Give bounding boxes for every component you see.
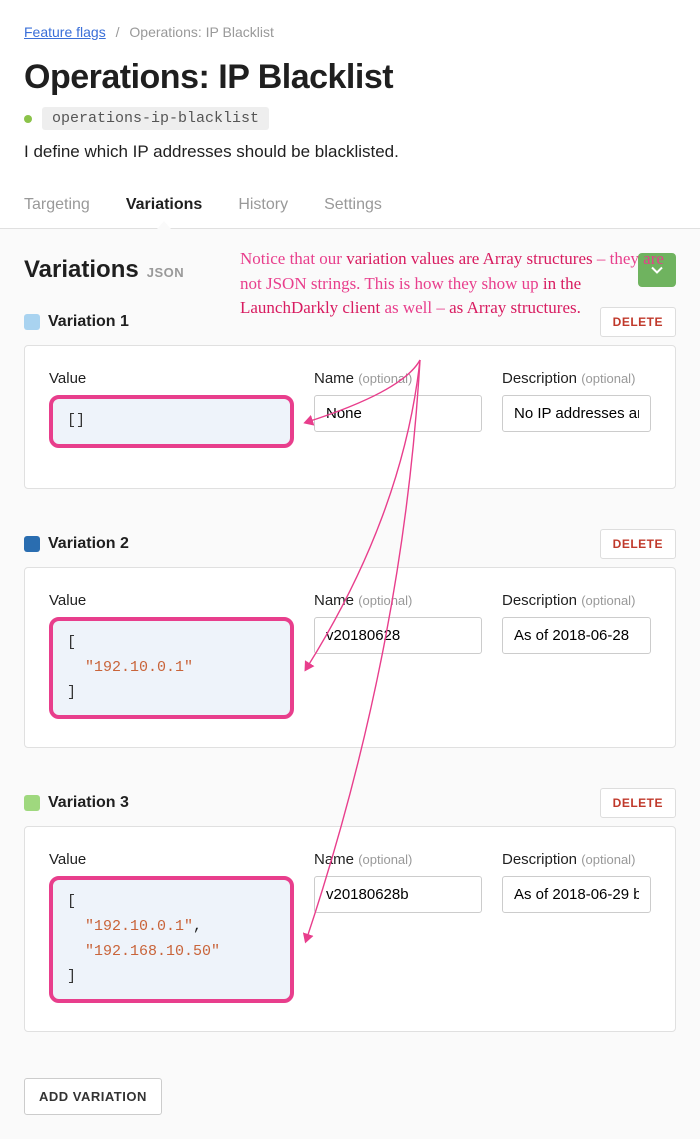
value-label: Value — [49, 851, 294, 868]
variation-color-swatch — [24, 314, 40, 330]
variation-color-swatch — [24, 795, 40, 811]
name-input[interactable] — [314, 876, 482, 913]
name-label: Name (optional) — [314, 851, 482, 868]
flag-key: operations-ip-blacklist — [42, 107, 269, 130]
name-input[interactable] — [314, 395, 482, 432]
breadcrumb-current: Operations: IP Blacklist — [129, 24, 273, 40]
delete-variation-button[interactable]: DELETE — [600, 529, 676, 559]
flag-description: I define which IP addresses should be bl… — [24, 142, 676, 162]
variation-block: Variation 3 DELETE Value [ "192.10.0.1", "1… — [24, 788, 676, 1032]
description-label: Description (optional) — [502, 370, 651, 387]
variation-label: Variation 3 — [48, 794, 129, 812]
annotation-text: Notice that our variation values are Arr… — [240, 247, 670, 321]
value-label: Value — [49, 370, 294, 387]
delete-variation-button[interactable]: DELETE — [600, 788, 676, 818]
name-label: Name (optional) — [314, 592, 482, 609]
breadcrumb-root-link[interactable]: Feature flags — [24, 24, 106, 40]
value-editor[interactable]: [ "192.10.0.1", "192.168.10.50" ] — [49, 876, 294, 1003]
status-dot-icon — [24, 115, 32, 123]
tab-variations[interactable]: Variations — [126, 190, 202, 228]
page-title: Operations: IP Blacklist — [24, 58, 676, 97]
value-label: Value — [49, 592, 294, 609]
description-input[interactable] — [502, 617, 651, 654]
variation-card: Value [ "192.10.0.1" ] Name (optional) Desc… — [24, 567, 676, 748]
breadcrumb: Feature flags / Operations: IP Blacklist — [24, 24, 676, 40]
tab-targeting[interactable]: Targeting — [24, 190, 90, 228]
variation-card: Value [] Name (optional) Description (optio… — [24, 345, 676, 489]
variation-color-swatch — [24, 536, 40, 552]
section-type-badge: JSON — [147, 265, 184, 280]
name-label: Name (optional) — [314, 370, 482, 387]
tab-history[interactable]: History — [238, 190, 288, 228]
add-variation-button[interactable]: ADD VARIATION — [24, 1078, 162, 1115]
key-row: operations-ip-blacklist — [24, 107, 676, 130]
name-input[interactable] — [314, 617, 482, 654]
variation-label: Variation 2 — [48, 535, 129, 553]
description-input[interactable] — [502, 876, 651, 913]
value-editor[interactable]: [ "192.10.0.1" ] — [49, 617, 294, 719]
value-editor[interactable]: [] — [49, 395, 294, 448]
variation-block: Variation 1DELETEValue[]Name (optional)D… — [24, 307, 676, 489]
tab-settings[interactable]: Settings — [324, 190, 382, 228]
variation-block: Variation 2 DELETE Value [ "192.10.0.1" ] Na… — [24, 529, 676, 748]
variation-label: Variation 1 — [48, 313, 129, 331]
section-heading: Variations — [24, 256, 139, 284]
variation-card: Value [ "192.10.0.1", "192.168.10.50" ] Na… — [24, 826, 676, 1032]
description-input[interactable] — [502, 395, 651, 432]
variations-section: Variations JSON Notice that our variatio… — [0, 229, 700, 1139]
breadcrumb-sep: / — [116, 24, 120, 40]
description-label: Description (optional) — [502, 592, 651, 609]
tab-bar: Targeting Variations History Settings — [0, 190, 700, 229]
description-label: Description (optional) — [502, 851, 651, 868]
